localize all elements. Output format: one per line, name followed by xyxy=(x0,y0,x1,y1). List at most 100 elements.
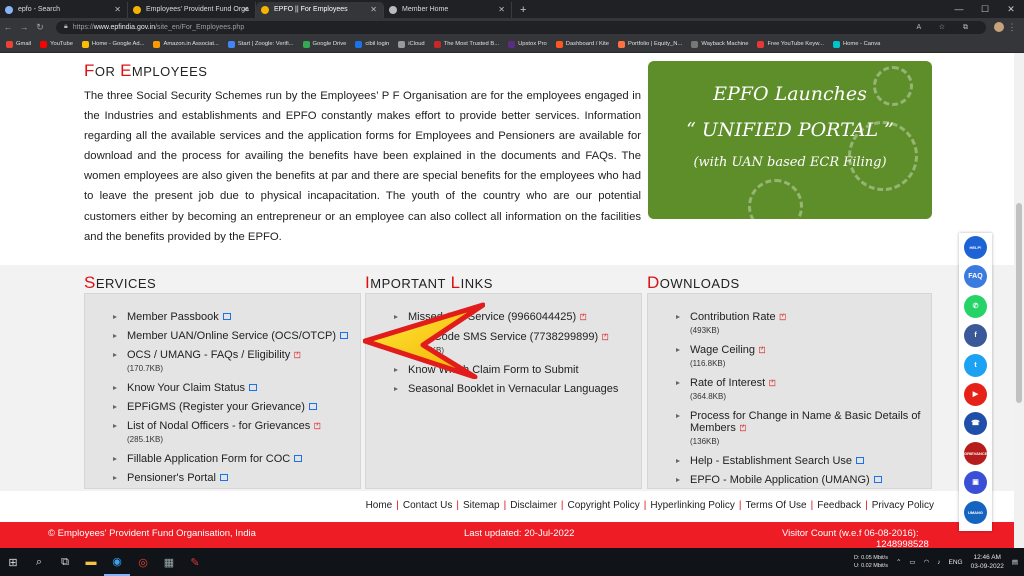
bookmark-item[interactable]: Home - Canva xyxy=(832,40,880,48)
footer-link[interactable]: Copyright Policy xyxy=(568,500,640,511)
speaker-icon[interactable]: ♪ xyxy=(937,559,940,566)
minimize-icon[interactable]: — xyxy=(946,0,972,18)
external-link-icon xyxy=(340,332,349,339)
acrobat-icon[interactable]: ✎ xyxy=(182,548,208,576)
social-icon[interactable]: ✆ xyxy=(964,294,987,318)
bookmark-item[interactable]: iCloud xyxy=(398,40,425,48)
download-link[interactable]: Wage Ceiling ⏍ (116.8KB) xyxy=(648,344,931,370)
file-explorer-icon[interactable]: ▬ xyxy=(78,548,104,576)
services-link[interactable]: Member UAN/Online Service (OCS/OTCP) xyxy=(85,330,360,342)
footer-link[interactable]: Privacy Policy xyxy=(872,500,934,511)
footer-link[interactable]: Contact Us xyxy=(403,500,452,511)
social-icon[interactable]: GRIEVANCE xyxy=(964,441,987,465)
tab-epfo-search[interactable]: epfo - Search ✕ xyxy=(0,2,128,18)
tab-member-home[interactable]: Member Home ✕ xyxy=(384,2,512,18)
task-view-icon[interactable]: ⧉ xyxy=(52,548,78,576)
windows-start-icon[interactable]: ⊞ xyxy=(0,548,26,576)
social-icon[interactable]: ▶ xyxy=(964,383,987,406)
url-input[interactable]: 🔒︎ https://www.epfindia.gov.in/site_en/F… xyxy=(56,20,986,34)
chrome-icon[interactable]: ◎ xyxy=(130,548,156,576)
profile-avatar[interactable] xyxy=(994,22,1004,32)
services-link[interactable]: List of Nodal Officers - for Grievances ⏍… xyxy=(85,420,360,446)
services-link[interactable]: OCS / UMANG - FAQs / Eligibility ⏍ (170.7K… xyxy=(85,349,360,375)
tab-epf-organisation[interactable]: Employees' Provident Fund Orga ✕ xyxy=(128,2,256,18)
close-window-icon[interactable]: ✕ xyxy=(998,0,1024,18)
bookmark-item[interactable]: Dashboard / Kite xyxy=(555,40,609,48)
battery-icon[interactable]: ▭ xyxy=(909,558,915,566)
bookmark-item[interactable]: Home - Google Ad... xyxy=(81,40,144,48)
omnibox-action-icons[interactable]: A ☆ ⧉ xyxy=(917,21,976,34)
footer-link[interactable]: Hyperlinking Policy xyxy=(650,500,734,511)
new-tab-button[interactable]: + xyxy=(512,2,526,18)
social-icon[interactable]: f xyxy=(964,324,987,348)
back-arrow-icon[interactable]: ← xyxy=(0,22,16,32)
close-icon[interactable]: ✕ xyxy=(114,2,121,18)
bookmark-item[interactable]: Free YouTube Keyw... xyxy=(757,40,824,48)
menu-dots-icon[interactable]: ⋮ xyxy=(1004,22,1020,33)
footer-link[interactable]: Terms Of Use xyxy=(745,500,806,511)
services-link[interactable]: EPFiGMS (Register your Grievance) xyxy=(85,401,360,413)
bookmark-favicon-icon xyxy=(433,40,441,48)
bookmark-item[interactable]: YouTube xyxy=(40,40,73,48)
bookmark-item[interactable]: Gmail xyxy=(6,40,31,48)
services-link[interactable]: Pensioner's Portal xyxy=(85,472,360,484)
unified-portal-banner[interactable]: EPFO Launches “ UNIFIED PORTAL ” (with U… xyxy=(648,61,932,219)
footer-link[interactable]: Disclaimer xyxy=(510,500,557,511)
scrollbar-thumb[interactable] xyxy=(1016,203,1022,403)
chevron-up-icon[interactable]: ⌃ xyxy=(896,558,901,566)
language-indicator[interactable]: ENG xyxy=(949,559,963,566)
last-updated-text: Last updated: 20-Jul-2022 xyxy=(464,528,575,539)
services-link[interactable]: Know Your Claim Status xyxy=(85,382,360,394)
visitor-count-label: Visitor Count (w.e.f 06-08-2016): xyxy=(782,528,919,539)
bookmark-item[interactable]: Start | Zoogle: Verifi... xyxy=(227,40,294,48)
search-icon[interactable]: ⌕ xyxy=(26,548,52,576)
forward-arrow-icon[interactable]: → xyxy=(16,22,32,32)
social-icon[interactable]: HELP! xyxy=(964,236,987,259)
bookmark-item[interactable]: Google Drive xyxy=(302,40,346,48)
tab-for-employees[interactable]: EPFO || For Employees ✕ xyxy=(256,2,384,18)
bookmark-item[interactable]: Upstox Pro xyxy=(508,40,547,48)
close-icon[interactable]: ✕ xyxy=(242,2,249,18)
download-link[interactable]: Help - Establishment Search Use xyxy=(648,455,931,467)
social-icon[interactable]: ☎ xyxy=(964,412,987,436)
pdf-icon: ⏍ xyxy=(580,313,587,322)
footer-link[interactable]: Feedback xyxy=(817,500,861,511)
social-icon[interactable]: t xyxy=(964,353,987,377)
social-icon[interactable]: UMANG xyxy=(964,500,987,524)
social-icon[interactable]: FAQ xyxy=(964,265,987,289)
clock[interactable]: 12:46 AM 03-09-2022 xyxy=(971,553,1004,571)
clock-date: 03-09-2022 xyxy=(970,563,1004,570)
bookmark-favicon-icon xyxy=(302,40,310,48)
page-scrollbar[interactable] xyxy=(1014,53,1024,548)
bookmark-favicon-icon xyxy=(227,40,235,48)
notification-icon[interactable]: ▤ xyxy=(1012,558,1018,566)
important-link[interactable]: Seasonal Booklet in Vernacular Languages xyxy=(366,383,641,395)
app-icon[interactable]: ▦ xyxy=(156,548,182,576)
download-link[interactable]: EPFO - Mobile Application (UMANG) xyxy=(648,474,931,486)
close-icon[interactable]: ✕ xyxy=(498,2,505,18)
social-icon[interactable]: ▣ xyxy=(964,471,987,495)
bookmark-item[interactable]: Amazon.in Associat... xyxy=(153,40,219,48)
download-link[interactable]: Process for Change in Name & Basic Detai… xyxy=(648,410,931,448)
bookmarks-bar: Gmail YouTube Home - Google Ad... Amazon.in… xyxy=(0,36,1024,53)
close-icon[interactable]: ✕ xyxy=(370,2,377,18)
footer-link[interactable]: Sitemap xyxy=(463,500,500,511)
footer-link[interactable]: Home xyxy=(366,500,393,511)
page-content: FOR EMPLOYEES The three Social Security … xyxy=(0,53,1014,548)
edge-browser-icon[interactable]: ◉ xyxy=(104,548,130,576)
wifi-icon[interactable]: ◠ xyxy=(924,558,930,566)
tab-bar: epfo - Search ✕ Employees' Provident Fund… xyxy=(0,0,1024,18)
bookmark-item[interactable]: Portfolio | Equity_N... xyxy=(617,40,682,48)
bookmark-item[interactable]: The Most Trusted B... xyxy=(433,40,499,48)
services-link[interactable]: Fillable Application Form for COC xyxy=(85,453,360,465)
download-link[interactable]: Rate of Interest ⏍ (364.8KB) xyxy=(648,377,931,403)
bookmark-item[interactable]: cibil login xyxy=(355,40,389,48)
download-link[interactable]: Contribution Rate ⏍ (493KB) xyxy=(648,311,931,337)
bookmark-item[interactable]: Wayback Machine xyxy=(691,40,748,48)
maximize-icon[interactable]: ☐ xyxy=(972,0,998,18)
address-bar-row: ← → ↻ 🔒︎ https://www.epfindia.gov.in/sit… xyxy=(0,18,1024,36)
visitor-count-number: 1248998528 xyxy=(876,539,929,548)
reload-icon[interactable]: ↻ xyxy=(32,22,48,33)
services-link[interactable]: Member Passbook xyxy=(85,311,360,323)
tab-label: Employees' Provident Fund Orga xyxy=(146,6,249,13)
